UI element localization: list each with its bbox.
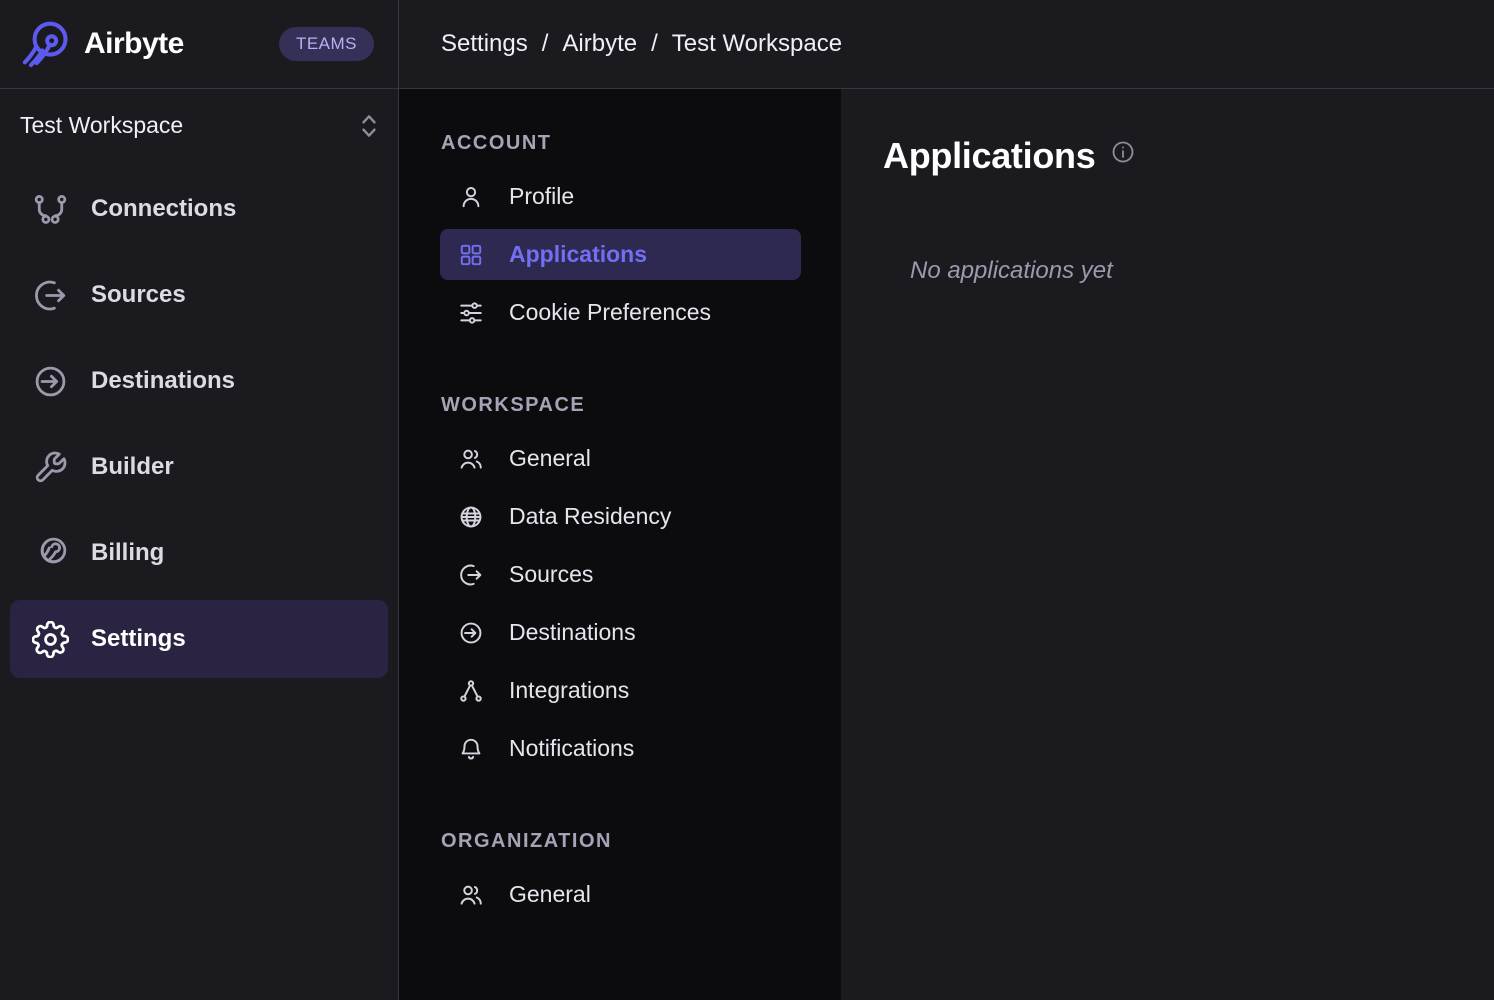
- settings-section-workspace: WORKSPACE General Data Residency Sources Des…: [399, 394, 841, 774]
- settings-nav-item-workspace-sources[interactable]: Sources: [440, 549, 801, 600]
- globe-icon: [458, 504, 484, 530]
- airbyte-octopus-icon: [20, 18, 72, 70]
- logo-row: Airbyte TEAMS: [0, 0, 398, 89]
- breadcrumb-segment-test-workspace[interactable]: Test Workspace: [672, 30, 842, 58]
- settings-nav-item-label: Sources: [509, 561, 593, 588]
- sidebar-item-label: Destinations: [91, 367, 235, 395]
- settings-nav-item-account-cookie-preferences[interactable]: Cookie Preferences: [440, 287, 801, 338]
- source-out-icon: [458, 562, 484, 588]
- settings-section-items: General Data Residency Sources Destinations…: [399, 433, 841, 774]
- sidebar-item-label: Settings: [91, 625, 186, 653]
- settings-nav-item-workspace-integrations[interactable]: Integrations: [440, 665, 801, 716]
- source-out-icon: [32, 277, 69, 314]
- sidebar-item-label: Connections: [91, 195, 236, 223]
- bell-icon: [458, 736, 484, 762]
- settings-section-title: ACCOUNT: [441, 132, 801, 154]
- settings-section-items: General: [399, 869, 841, 920]
- settings-section-title: ORGANIZATION: [441, 830, 801, 852]
- sidebar-item-label: Builder: [91, 453, 174, 481]
- gear-icon: [32, 621, 69, 658]
- settings-nav-item-workspace-destinations[interactable]: Destinations: [440, 607, 801, 658]
- sidebar-nav: Connections Sources Destinations Builder Bil…: [0, 151, 398, 678]
- settings-section-organization: ORGANIZATION General: [399, 830, 841, 920]
- settings-nav-item-label: Notifications: [509, 735, 634, 762]
- sidebar-item-destinations[interactable]: Destinations: [10, 342, 388, 420]
- sidebar-item-connections[interactable]: Connections: [10, 170, 388, 248]
- sidebar-item-sources[interactable]: Sources: [10, 256, 388, 334]
- teams-badge: TEAMS: [279, 27, 374, 61]
- people-icon: [458, 882, 484, 908]
- settings-nav-panel: ACCOUNT Profile Applications Cookie Prefere…: [399, 89, 841, 1000]
- sidebar: Airbyte TEAMS Test Workspace Connections…: [0, 0, 399, 1000]
- grid-icon: [458, 242, 484, 268]
- breadcrumb-separator: /: [651, 30, 658, 58]
- person-icon: [458, 184, 484, 210]
- settings-nav-item-label: Applications: [509, 241, 647, 268]
- sliders-icon: [458, 300, 484, 326]
- settings-nav-item-label: General: [509, 445, 591, 472]
- settings-nav-item-label: Destinations: [509, 619, 636, 646]
- workspace-name: Test Workspace: [20, 112, 183, 139]
- settings-nav-item-account-profile[interactable]: Profile: [440, 171, 801, 222]
- right-column: Settings / Airbyte / Test Workspace ACCOUNT P…: [399, 0, 1494, 1000]
- settings-nav-item-label: Integrations: [509, 677, 629, 704]
- chevron-up-down-icon: [358, 113, 380, 139]
- topbar: Settings / Airbyte / Test Workspace: [399, 0, 1494, 89]
- nodes-icon: [458, 678, 484, 704]
- destination-in-icon: [458, 620, 484, 646]
- breadcrumb: Settings / Airbyte / Test Workspace: [441, 30, 842, 58]
- settings-nav-item-workspace-general[interactable]: General: [440, 433, 801, 484]
- sidebar-item-builder[interactable]: Builder: [10, 428, 388, 506]
- settings-section-items: Profile Applications Cookie Preferences: [399, 171, 841, 338]
- people-icon: [458, 446, 484, 472]
- sidebar-item-settings[interactable]: Settings: [10, 600, 388, 678]
- page-title: Applications: [883, 137, 1095, 175]
- breadcrumb-separator: /: [542, 30, 549, 58]
- settings-nav-item-workspace-data-residency[interactable]: Data Residency: [440, 491, 801, 542]
- breadcrumb-segment-settings[interactable]: Settings: [441, 30, 528, 58]
- breadcrumb-segment-airbyte[interactable]: Airbyte: [562, 30, 637, 58]
- settings-nav-item-account-applications[interactable]: Applications: [440, 229, 801, 280]
- info-icon[interactable]: [1111, 140, 1135, 164]
- sidebar-item-billing[interactable]: Billing: [10, 514, 388, 592]
- workspace-selector[interactable]: Test Workspace: [0, 89, 398, 151]
- connections-icon: [32, 191, 69, 228]
- destination-in-icon: [32, 363, 69, 400]
- airbyte-app: Airbyte TEAMS Test Workspace Connections…: [0, 0, 1494, 1000]
- page-title-row: Applications: [883, 137, 1454, 175]
- settings-nav-item-organization-general[interactable]: General: [440, 869, 801, 920]
- settings-nav-item-label: Data Residency: [509, 503, 671, 530]
- settings-nav-item-label: Cookie Preferences: [509, 299, 711, 326]
- wrench-icon: [32, 449, 69, 486]
- settings-section-account: ACCOUNT Profile Applications Cookie Prefere…: [399, 132, 841, 338]
- coin-icon: [32, 535, 69, 572]
- settings-nav-item-label: General: [509, 881, 591, 908]
- empty-state-message: No applications yet: [910, 257, 1454, 285]
- sidebar-item-label: Billing: [91, 539, 164, 567]
- brand-name: Airbyte: [84, 27, 184, 61]
- settings-nav-item-label: Profile: [509, 183, 574, 210]
- main-content: Applications No applications yet: [841, 89, 1494, 1000]
- content-row: ACCOUNT Profile Applications Cookie Prefere…: [399, 89, 1494, 1000]
- logo-group[interactable]: Airbyte: [20, 18, 184, 70]
- sidebar-item-label: Sources: [91, 281, 186, 309]
- settings-nav-item-workspace-notifications[interactable]: Notifications: [440, 723, 801, 774]
- settings-section-title: WORKSPACE: [441, 394, 801, 416]
